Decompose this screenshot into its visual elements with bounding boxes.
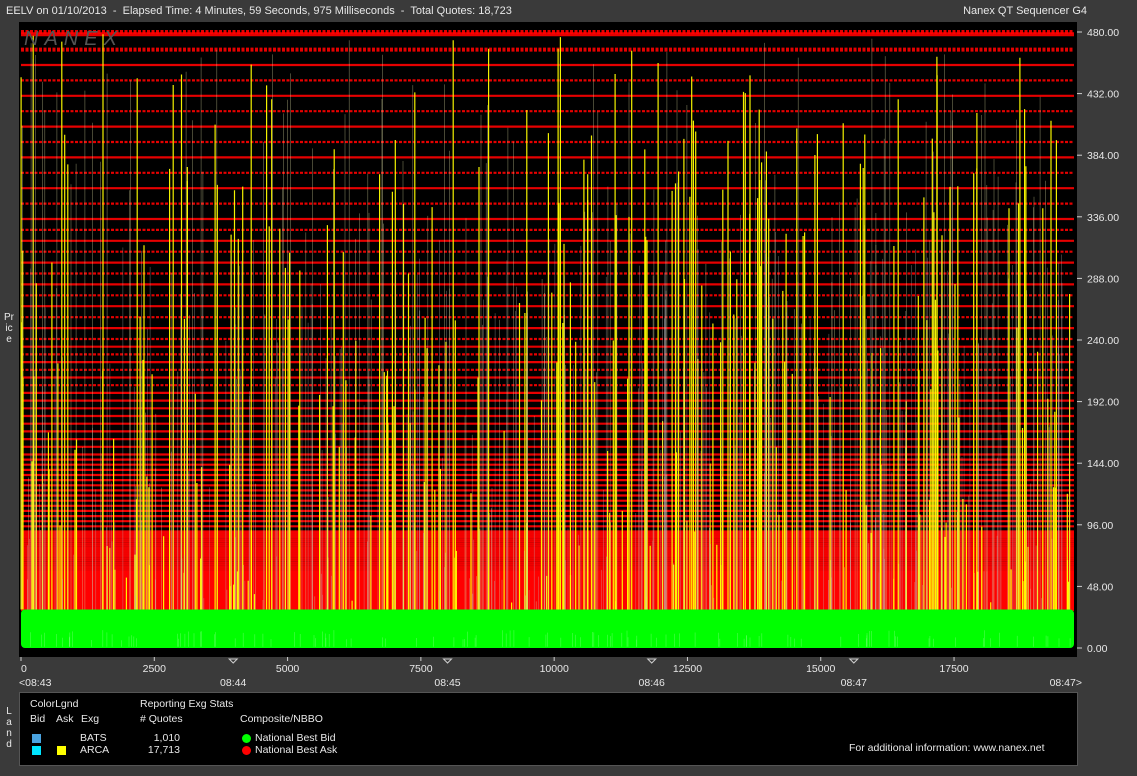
x-tick-label: 0: [21, 663, 27, 675]
time-label: 08:45: [434, 677, 460, 689]
time-label: <08:43: [19, 677, 52, 689]
info-text: For additional information: www.nanex.ne…: [849, 742, 1045, 754]
x-tick-label: 2500: [143, 663, 167, 675]
x-tick-label: 15000: [806, 663, 835, 675]
y-tick-label: 480.00: [1087, 27, 1119, 39]
time-marker: [442, 658, 453, 664]
x-axis: 0 2500 5000 7500 10000 12500 15000 17500 <08:43 0…: [19, 657, 1082, 689]
exchange-quotes: 17,713: [147, 744, 180, 756]
exchange-quotes: 1,010: [153, 732, 180, 744]
arca-ask-swatch: [57, 746, 66, 755]
legend-col-bid: Bid: [30, 713, 46, 725]
time-label: 08:47>: [1050, 677, 1082, 689]
exchange-name: ARCA: [80, 744, 110, 756]
y-tick-label: 144.00: [1087, 458, 1119, 470]
nbbo-ask-label: National Best Ask: [255, 744, 338, 756]
x-tick-label: 10000: [540, 663, 569, 675]
exchange-name: BATS: [80, 732, 107, 744]
nbbo-bid-label: National Best Bid: [255, 732, 336, 744]
nbo-dot: [242, 746, 251, 755]
time-marker: [848, 658, 860, 664]
y-tick-label: 240.00: [1087, 335, 1119, 347]
y-tick-label: 48.00: [1087, 581, 1113, 593]
legend-col-ask: Ask: [56, 713, 74, 725]
x-tick-label: 7500: [409, 663, 433, 675]
legend-panel: ColorLgnd Bid Ask Exg Reporting Exg Stat…: [19, 692, 1078, 766]
nanex-watermark: NANEX: [24, 28, 123, 50]
x-tick-label: 12500: [673, 663, 702, 675]
y-tick-label: 192.00: [1087, 397, 1119, 409]
y-axis: 480.00 432.00 384.00 336.00 288.00 240.00 192.…: [1077, 27, 1119, 655]
time-label: 08:46: [639, 677, 665, 689]
bats-bid-swatch: [32, 734, 41, 743]
nbb-dot: [242, 734, 251, 743]
stats-title: Reporting Exg Stats: [140, 698, 234, 710]
price-chart: NANEX 480.00 432.00 384.00 336.00 288.00 240.…: [19, 22, 1119, 689]
composite-title: Composite/NBBO: [240, 713, 323, 725]
time-label: 08:44: [220, 677, 246, 689]
x-tick-label: 5000: [276, 663, 300, 675]
legend-col-quotes: # Quotes: [140, 713, 183, 725]
legend-side-label: Land: [6, 706, 12, 750]
bid-series: [21, 609, 1074, 648]
y-tick-label: 384.00: [1087, 150, 1119, 162]
legend-col-exg: Exg: [81, 713, 100, 725]
color-legend-title: ColorLgnd: [30, 698, 79, 710]
y-tick-label: 336.00: [1087, 212, 1119, 224]
time-label: 08:47: [841, 677, 867, 689]
y-tick-label: 288.00: [1087, 273, 1119, 285]
time-marker: [227, 658, 239, 664]
y-tick-label: 96.00: [1087, 520, 1113, 532]
y-tick-label: 0.00: [1087, 643, 1108, 655]
x-tick-label: 17500: [939, 663, 968, 675]
time-marker: [646, 658, 657, 664]
y-tick-label: 432.00: [1087, 89, 1119, 101]
arca-bid-swatch: [32, 746, 41, 755]
